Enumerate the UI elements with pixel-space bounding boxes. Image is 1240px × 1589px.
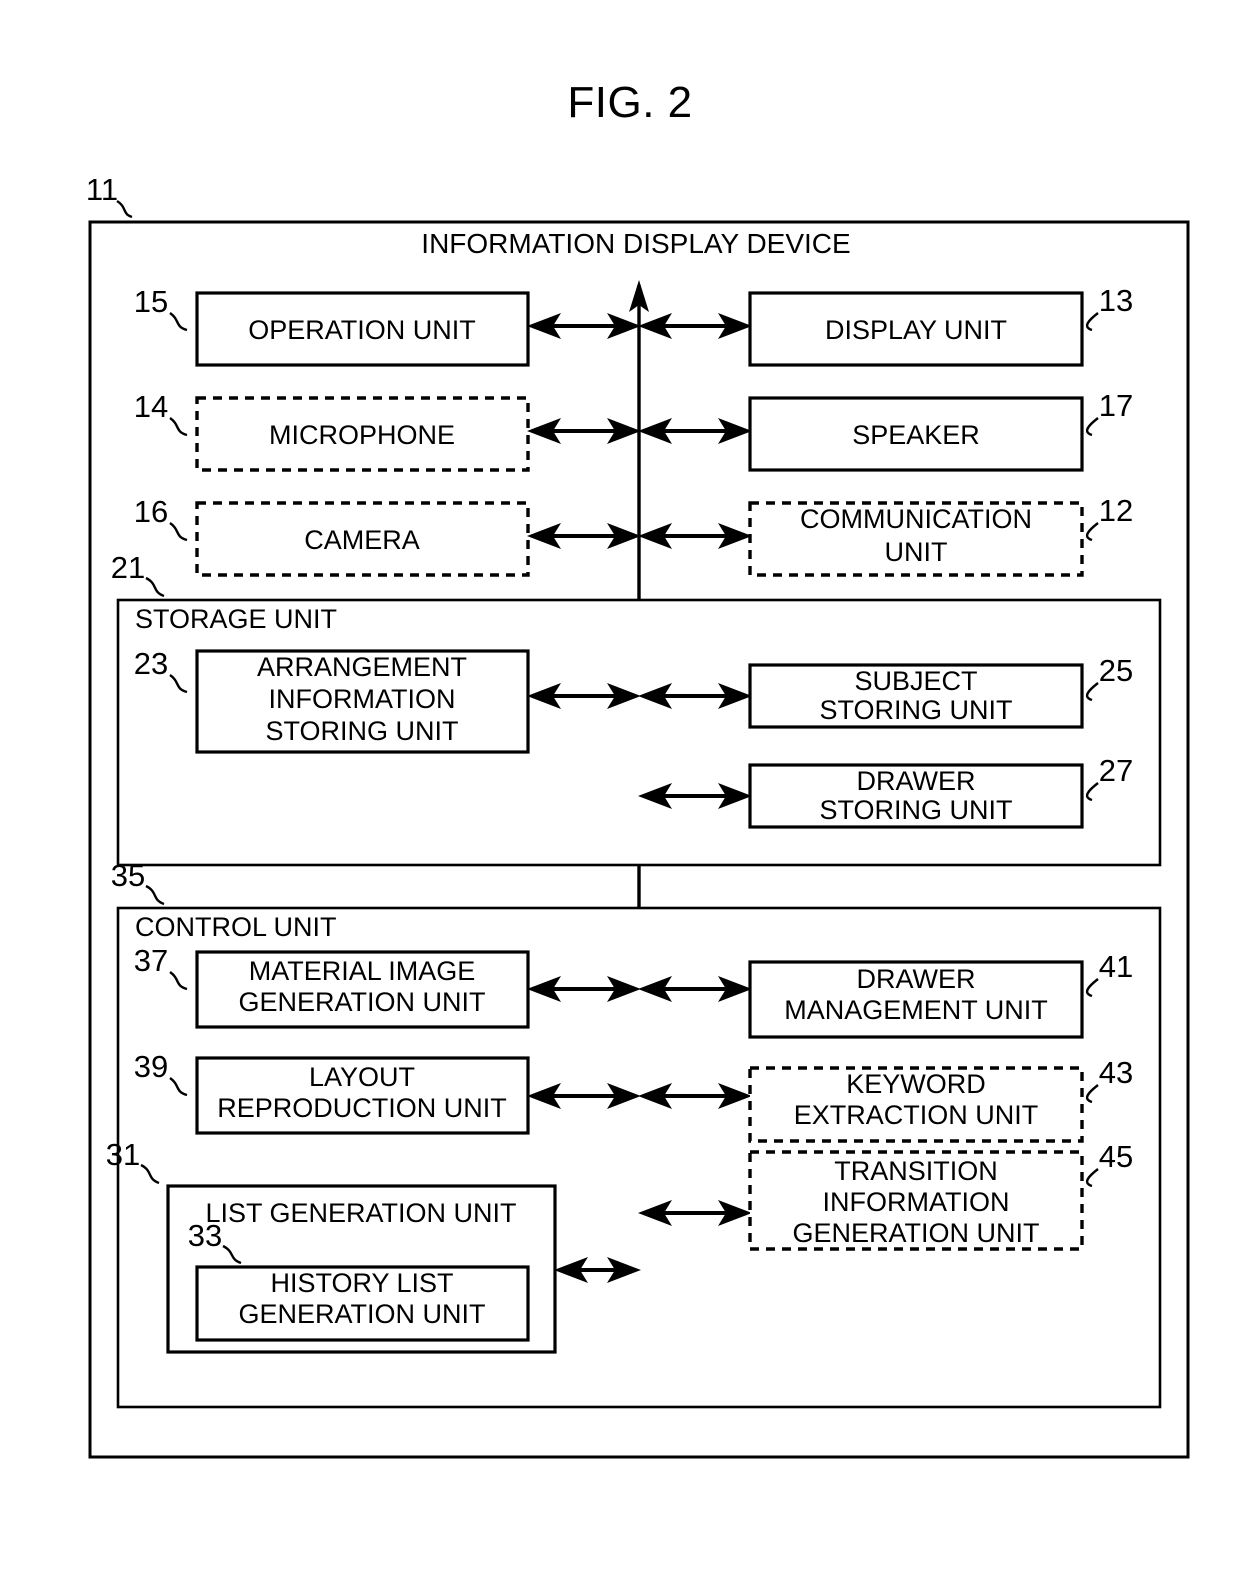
- control-unit-container-label: CONTROL UNIT: [135, 912, 337, 942]
- communication-unit-label-line2: UNIT: [885, 537, 948, 567]
- microphone-label: MICROPHONE: [269, 420, 455, 450]
- transition-unit-label-line3: GENERATION UNIT: [792, 1218, 1039, 1248]
- ref-number-23: 23: [134, 646, 168, 681]
- ref-number-45: 45: [1099, 1139, 1133, 1174]
- leader-line-11: [116, 199, 133, 219]
- ref-number-27: 27: [1099, 753, 1133, 788]
- transition-unit-label-line2: INFORMATION: [823, 1187, 1010, 1217]
- material-image-unit-label-line1: MATERIAL IMAGE: [249, 956, 476, 986]
- ref-number-12: 12: [1099, 493, 1133, 528]
- drawer-management-unit-label-line1: DRAWER: [857, 964, 976, 994]
- ref-number-41: 41: [1099, 949, 1133, 984]
- ref-number-21: 21: [111, 550, 145, 585]
- subject-storing-unit-label-line1: SUBJECT: [854, 666, 977, 696]
- patent-figure-svg: FIG. 2 INFORMATION DISPLAY DEVICE 11 OPE…: [86, 78, 1190, 1459]
- drawer-management-unit-label-line2: MANAGEMENT UNIT: [784, 995, 1048, 1025]
- figure-root: FIG. 2 INFORMATION DISPLAY DEVICE 11 OPE…: [0, 0, 1240, 1589]
- camera-label: CAMERA: [304, 525, 420, 555]
- ref-number-33: 33: [188, 1218, 222, 1253]
- transition-unit-label-line1: TRANSITION: [834, 1156, 998, 1186]
- history-list-unit-label-line1: HISTORY LIST: [270, 1268, 453, 1298]
- display-unit-label: DISPLAY UNIT: [825, 315, 1007, 345]
- operation-unit-label: OPERATION UNIT: [248, 315, 476, 345]
- speaker-label: SPEAKER: [852, 420, 980, 450]
- ref-number-37: 37: [134, 943, 168, 978]
- material-image-unit-label-line2: GENERATION UNIT: [238, 987, 485, 1017]
- device-title: INFORMATION DISPLAY DEVICE: [421, 228, 850, 259]
- ref-number-14: 14: [134, 389, 168, 424]
- ref-number-16: 16: [134, 494, 168, 529]
- ref-number-35: 35: [111, 858, 145, 893]
- ref-number-25: 25: [1099, 653, 1133, 688]
- subject-storing-unit-label-line2: STORING UNIT: [819, 695, 1012, 725]
- ref-number-15: 15: [134, 284, 168, 319]
- keyword-extraction-unit-label-line2: EXTRACTION UNIT: [794, 1100, 1039, 1130]
- storage-unit-container-label: STORAGE UNIT: [135, 604, 337, 634]
- layout-reproduction-unit-label-line1: LAYOUT: [309, 1062, 415, 1092]
- communication-unit-label-line1: COMMUNICATION: [800, 504, 1032, 534]
- ref-number-11: 11: [86, 172, 118, 207]
- ref-number-43: 43: [1099, 1055, 1133, 1090]
- ref-number-13: 13: [1099, 283, 1133, 318]
- drawer-storing-unit-label-line1: DRAWER: [857, 766, 976, 796]
- list-generation-unit-label: LIST GENERATION UNIT: [205, 1198, 516, 1228]
- layout-reproduction-unit-label-line2: REPRODUCTION UNIT: [217, 1093, 507, 1123]
- ref-number-39: 39: [134, 1049, 168, 1084]
- arrangement-unit-label-line3: STORING UNIT: [265, 716, 458, 746]
- arrangement-unit-label-line2: INFORMATION: [269, 684, 456, 714]
- history-list-unit-label-line2: GENERATION UNIT: [238, 1299, 485, 1329]
- drawer-storing-unit-label-line2: STORING UNIT: [819, 795, 1012, 825]
- ref-number-17: 17: [1099, 388, 1133, 423]
- ref-number-31: 31: [106, 1137, 140, 1172]
- figure-title: FIG. 2: [567, 78, 692, 127]
- arrangement-unit-label-line1: ARRANGEMENT: [257, 652, 467, 682]
- keyword-extraction-unit-label-line1: KEYWORD: [846, 1069, 986, 1099]
